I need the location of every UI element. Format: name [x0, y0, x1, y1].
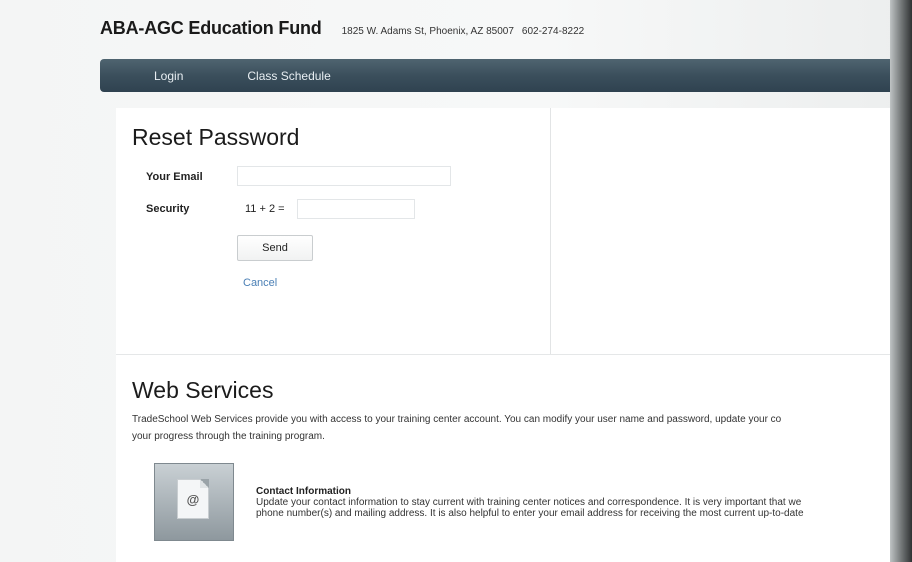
reset-password-panel: Reset Password Your Email Security 11 + … — [116, 108, 551, 354]
org-address: 1825 W. Adams St, Phoenix, AZ 85007 — [341, 26, 514, 37]
web-services-description: TradeSchool Web Services provide you wit… — [132, 411, 890, 445]
page: ABA-AGC Education Fund 1825 W. Adams St,… — [0, 0, 912, 562]
contact-description-line-2: phone number(s) and mailing address. It … — [256, 508, 804, 519]
contact-information-tile[interactable]: @ — [154, 463, 234, 541]
content-area: Reset Password Your Email Security 11 + … — [116, 108, 890, 562]
send-button[interactable]: Send — [237, 235, 313, 261]
security-label: Security — [146, 203, 190, 215]
main-navbar: Login Class Schedule — [100, 59, 892, 92]
contact-information-title[interactable]: Contact Information — [256, 486, 351, 497]
section-divider — [116, 354, 890, 355]
nav-item-class-schedule[interactable]: Class Schedule — [247, 69, 330, 83]
email-label: Your Email — [146, 171, 203, 183]
nav-item-login[interactable]: Login — [154, 69, 183, 83]
org-phone: 602-274-8222 — [521, 26, 585, 37]
reset-password-title: Reset Password — [132, 124, 300, 150]
contact-description-line-1: Update your contact information to stay … — [256, 497, 802, 508]
org-name: ABA-AGC Education Fund — [100, 18, 322, 38]
right-empty-panel — [551, 108, 890, 354]
web-services-title: Web Services — [132, 377, 274, 403]
security-question: 11 + 2 = — [245, 203, 285, 215]
at-document-icon: @ — [177, 479, 209, 519]
web-services-description-line-2: your progress through the training progr… — [132, 431, 325, 442]
email-input[interactable] — [237, 166, 451, 186]
security-answer-input[interactable] — [297, 199, 415, 219]
cancel-link[interactable]: Cancel — [243, 277, 277, 289]
web-services-description-line-1: TradeSchool Web Services provide you wit… — [132, 414, 782, 425]
screen-edge-shadow — [890, 0, 912, 562]
site-header: ABA-AGC Education Fund 1825 W. Adams St,… — [100, 18, 890, 54]
contact-information-description: Update your contact information to stay … — [256, 497, 890, 519]
